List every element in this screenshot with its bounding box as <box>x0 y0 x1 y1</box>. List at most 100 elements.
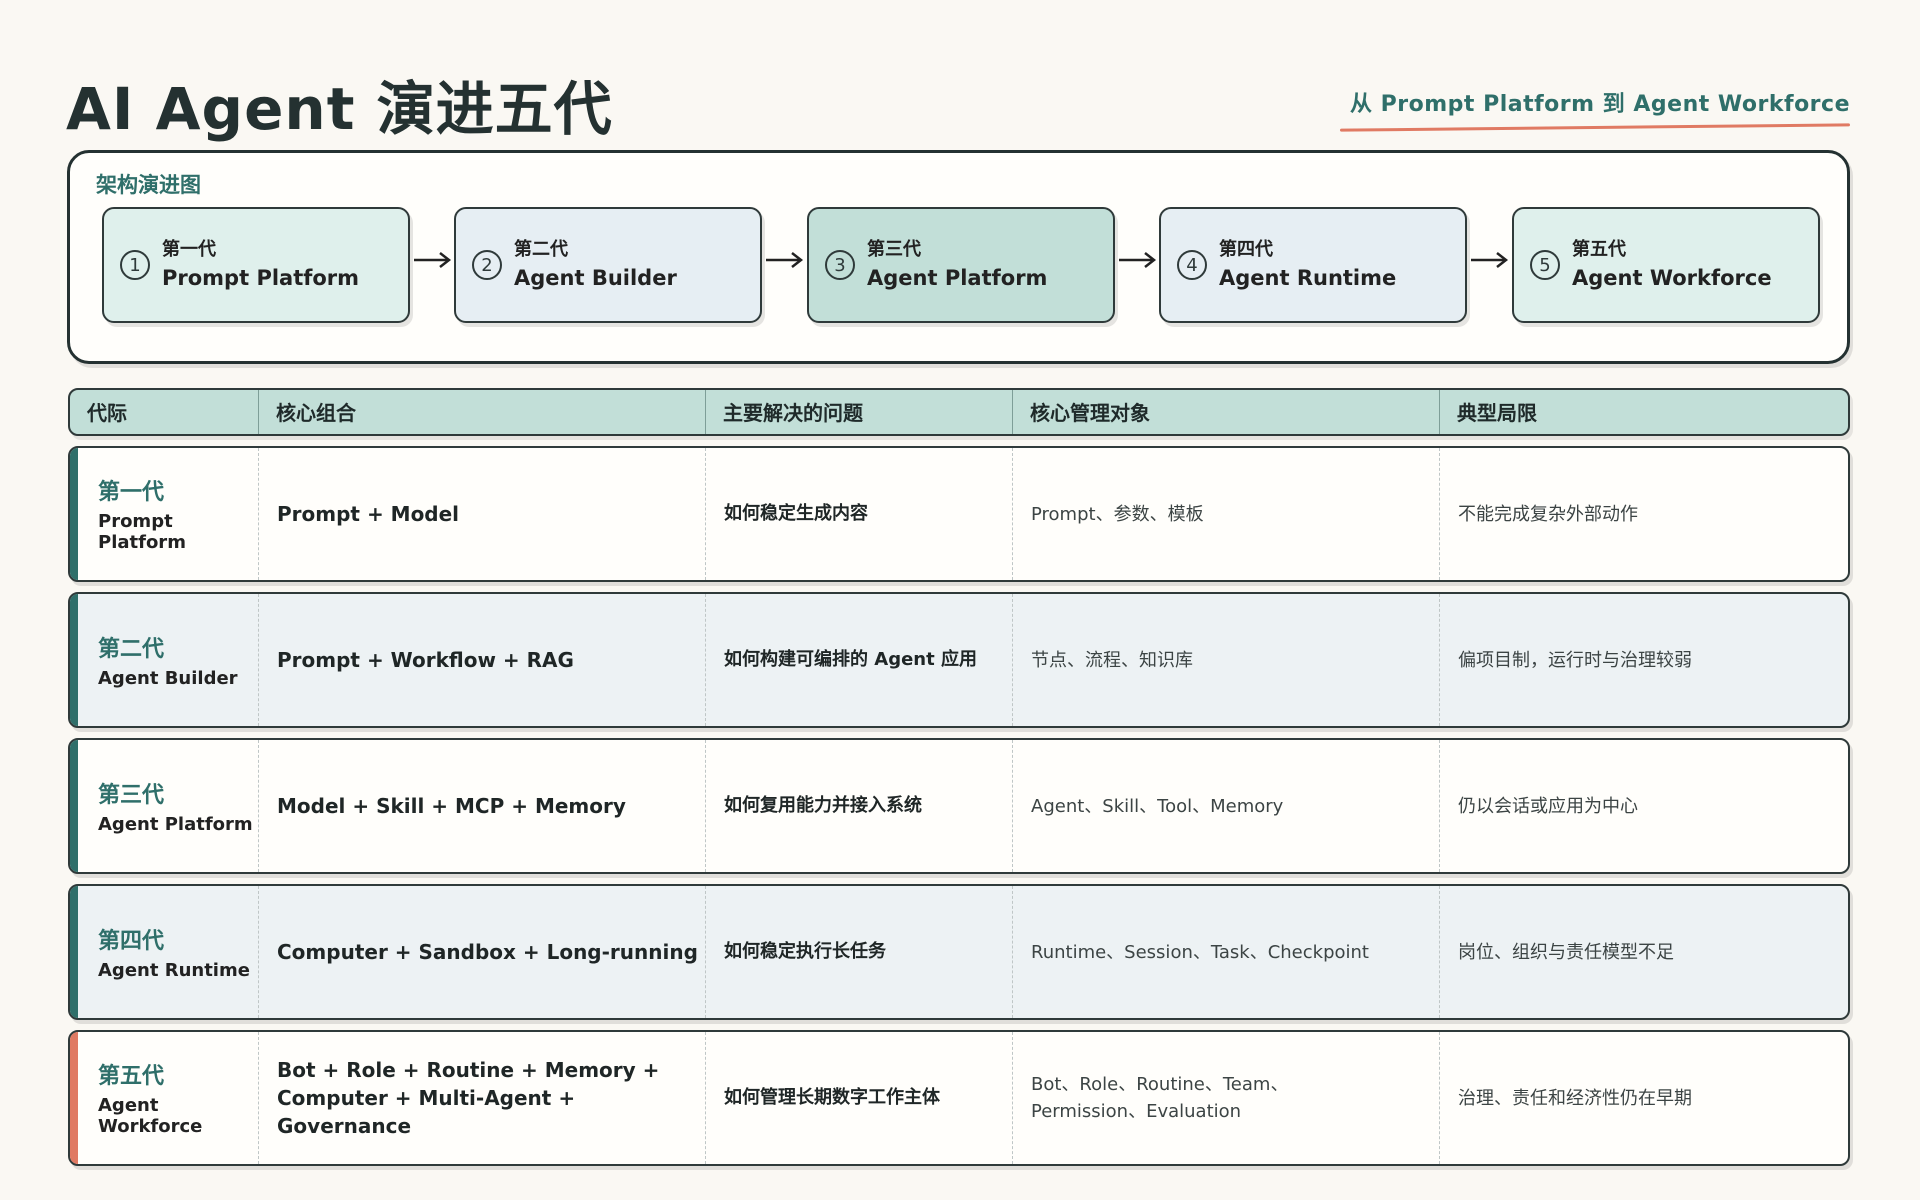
typical-limits: 岗位、组织与责任模型不足 <box>1458 941 1674 963</box>
table-row: 第三代 Agent Platform Model + Skill + MCP +… <box>68 738 1850 874</box>
generation-title: 第二代 <box>98 636 165 662</box>
managed-objects: Bot、Role、Routine、Team、Permission、Evaluat… <box>1031 1074 1289 1122</box>
objects-cell: 节点、流程、知识库 <box>1012 594 1439 726</box>
typical-limits: 不能完成复杂外部动作 <box>1458 503 1638 525</box>
header-objects: 核心管理对象 <box>1012 390 1439 434</box>
gen-box-generation: 第三代 <box>867 239 921 261</box>
problem-cell: 如何稳定执行长任务 <box>705 886 1012 1018</box>
limits-cell: 岗位、组织与责任模型不足 <box>1439 886 1848 1018</box>
table-row: 第五代 Agent Workforce Bot + Role + Routine… <box>68 1030 1850 1166</box>
main-problem: 如何复用能力并接入系统 <box>724 795 922 817</box>
gen-box-generation: 第五代 <box>1572 239 1626 261</box>
problem-cell: 如何复用能力并接入系统 <box>705 740 1012 872</box>
gen-box-4: 4 第四代 Agent Runtime <box>1159 207 1467 323</box>
table-row: 第二代 Agent Builder Prompt + Workflow + RA… <box>68 592 1850 728</box>
typical-limits: 仍以会话或应用为中心 <box>1458 795 1638 817</box>
gen-box-name: Agent Runtime <box>1219 265 1397 290</box>
core-combo: Model + Skill + MCP + Memory <box>277 794 626 818</box>
arrow-right-icon <box>414 252 452 268</box>
limits-cell: 偏项目制，运行时与治理较弱 <box>1439 594 1848 726</box>
generation-title: 第三代 <box>98 782 165 808</box>
gen-box-5: 5 第五代 Agent Workforce <box>1512 207 1820 323</box>
main-problem: 如何管理长期数字工作主体 <box>724 1087 940 1109</box>
core-combo: Computer + Sandbox + Long-running <box>277 940 698 964</box>
generation-name: Agent Builder <box>98 667 238 689</box>
arrow-right-icon <box>1119 252 1157 268</box>
core-combo: Prompt + Workflow + RAG <box>277 648 574 672</box>
combo-cell: Bot + Role + Routine + Memory + Computer… <box>258 1032 705 1164</box>
subtitle-block: 从 Prompt Platform 到 Agent Workforce <box>1339 86 1851 132</box>
combo-cell: Prompt + Workflow + RAG <box>258 594 705 726</box>
problem-cell: 如何构建可编排的 Agent 应用 <box>705 594 1012 726</box>
problem-cell: 如何稳定生成内容 <box>705 448 1012 580</box>
architecture-panel: 架构演进图 1 第一代 Prompt Platform 2 第二代 Agent … <box>67 150 1850 364</box>
subtitle-underline <box>1339 123 1851 132</box>
combo-cell: Model + Skill + MCP + Memory <box>258 740 705 872</box>
main-problem: 如何稳定执行长任务 <box>724 941 886 963</box>
gen-box-generation: 第四代 <box>1219 239 1273 261</box>
problem-cell: 如何管理长期数字工作主体 <box>705 1032 1012 1164</box>
objects-cell: Runtime、Session、Task、Checkpoint <box>1012 886 1439 1018</box>
generation-name: Agent Workforce <box>98 1095 203 1137</box>
combo-cell: Prompt + Model <box>258 448 705 580</box>
architecture-label: 架构演进图 <box>96 173 201 197</box>
header-core-combo: 核心组合 <box>258 390 705 434</box>
gen-box-name: Agent Builder <box>514 265 677 290</box>
gen-box-generation: 第一代 <box>162 239 216 261</box>
generation-title: 第五代 <box>98 1064 165 1090</box>
gen-box-generation: 第二代 <box>514 239 568 261</box>
arrow-right-icon <box>1471 252 1509 268</box>
gen-box-2: 2 第二代 Agent Builder <box>454 207 762 323</box>
gen-box-1: 1 第一代 Prompt Platform <box>102 207 410 323</box>
row-accent <box>70 594 78 726</box>
managed-objects: Agent、Skill、Tool、Memory <box>1031 795 1284 817</box>
circled-number-icon: 3 <box>825 250 855 280</box>
circled-number-icon: 1 <box>120 250 150 280</box>
gen-box-name: Agent Workforce <box>1572 265 1772 290</box>
circled-number-icon: 2 <box>472 250 502 280</box>
managed-objects: 节点、流程、知识库 <box>1031 649 1193 671</box>
arrow-right-icon <box>766 252 804 268</box>
objects-cell: Agent、Skill、Tool、Memory <box>1012 740 1439 872</box>
gen-box-3: 3 第三代 Agent Platform <box>807 207 1115 323</box>
generation-cell: 第一代 Prompt Platform <box>80 448 258 580</box>
main-problem: 如何构建可编排的 Agent 应用 <box>724 649 977 671</box>
header-generation: 代际 <box>87 401 127 425</box>
generation-cell: 第二代 Agent Builder <box>80 594 258 726</box>
generation-name: Agent Platform <box>98 813 253 835</box>
generation-cell: 第三代 Agent Platform <box>80 740 258 872</box>
generation-cell: 第五代 Agent Workforce <box>80 1032 258 1164</box>
main-problem: 如何稳定生成内容 <box>724 503 868 525</box>
limits-cell: 仍以会话或应用为中心 <box>1439 740 1848 872</box>
typical-limits: 治理、责任和经济性仍在早期 <box>1458 1087 1692 1109</box>
generation-title: 第四代 <box>98 928 165 954</box>
generation-title: 第一代 <box>98 480 165 506</box>
header-problem: 主要解决的问题 <box>705 390 1012 434</box>
objects-cell: Bot、Role、Routine、Team、Permission、Evaluat… <box>1012 1032 1439 1164</box>
combo-cell: Computer + Sandbox + Long-running <box>258 886 705 1018</box>
gen-box-name: Agent Platform <box>867 265 1048 290</box>
page-subtitle: 从 Prompt Platform 到 Agent Workforce <box>1349 92 1850 117</box>
limits-cell: 不能完成复杂外部动作 <box>1439 448 1848 580</box>
row-accent <box>70 740 78 872</box>
circled-number-icon: 4 <box>1177 250 1207 280</box>
table-row: 第一代 Prompt Platform Prompt + Model 如何稳定生… <box>68 446 1850 582</box>
core-combo: Prompt + Model <box>277 502 460 526</box>
row-accent <box>70 886 78 1018</box>
typical-limits: 偏项目制，运行时与治理较弱 <box>1458 649 1692 671</box>
gen-box-name: Prompt Platform <box>162 265 360 290</box>
limits-cell: 治理、责任和经济性仍在早期 <box>1439 1032 1848 1164</box>
managed-objects: Runtime、Session、Task、Checkpoint <box>1031 941 1369 963</box>
generation-cell: 第四代 Agent Runtime <box>80 886 258 1018</box>
table-header: 代际 核心组合 主要解决的问题 核心管理对象 典型局限 <box>68 388 1850 436</box>
page-title: AI Agent 演进五代 <box>66 75 613 143</box>
managed-objects: Prompt、参数、模板 <box>1031 503 1204 525</box>
row-accent <box>70 448 78 580</box>
row-accent <box>70 1032 78 1164</box>
circled-number-icon: 5 <box>1530 250 1560 280</box>
generation-name: Agent Runtime <box>98 959 250 981</box>
header-limits: 典型局限 <box>1439 390 1848 434</box>
table-row: 第四代 Agent Runtime Computer + Sandbox + L… <box>68 884 1850 1020</box>
core-combo: Bot + Role + Routine + Memory + Computer… <box>277 1058 660 1138</box>
objects-cell: Prompt、参数、模板 <box>1012 448 1439 580</box>
